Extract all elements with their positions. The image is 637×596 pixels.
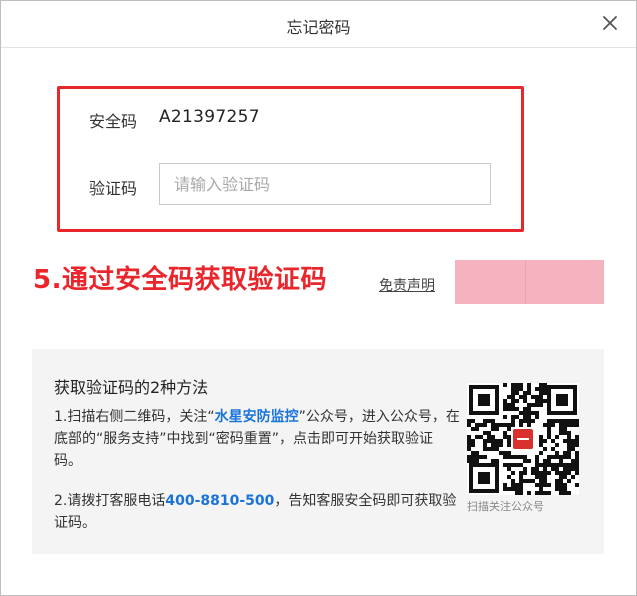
close-icon [603, 16, 617, 30]
method-1-part1: 1.扫描右侧二维码，关注“ [54, 409, 215, 425]
method-2-part1: 2.请拨打客服电话 [54, 493, 166, 509]
close-button[interactable] [598, 11, 622, 35]
qr-caption: 扫描关注公众号 [467, 501, 544, 513]
info-title: 获取验证码的2种方法 [54, 378, 209, 397]
security-code-label: 安全码 [89, 112, 138, 131]
dialog-titlebar: 忘记密码 [1, 1, 636, 48]
forgot-password-dialog: 忘记密码 安全码 A21397257 验证码 5.通过安全码获取验证码 免责声明… [0, 0, 637, 596]
service-phone-number: 400-8810-500 [165, 493, 275, 509]
verify-code-input[interactable] [159, 163, 491, 205]
verify-code-label: 验证码 [89, 179, 138, 198]
redaction-seam [525, 260, 526, 304]
info-panel: 获取验证码的2种方法 1.扫描右侧二维码，关注“水星安防监控”公众号，进入公众号… [32, 349, 604, 554]
disclaimer-link[interactable]: 免责声明 [379, 275, 435, 295]
qr-code-icon [467, 383, 579, 495]
security-code-value: A21397257 [159, 107, 260, 127]
method-2-text: 2.请拨打客服电话400-8810-500，告知客服安全码即可获取验证码。 [54, 490, 460, 534]
step-annotation: 5.通过安全码获取验证码 [33, 265, 327, 295]
dialog-title: 忘记密码 [286, 18, 351, 37]
official-account-name: 水星安防监控 [214, 409, 299, 425]
redaction-block [455, 260, 604, 304]
method-1-text: 1.扫描右侧二维码，关注“水星安防监控”公众号，进入公众号，在底部的“服务支持”… [54, 406, 460, 472]
